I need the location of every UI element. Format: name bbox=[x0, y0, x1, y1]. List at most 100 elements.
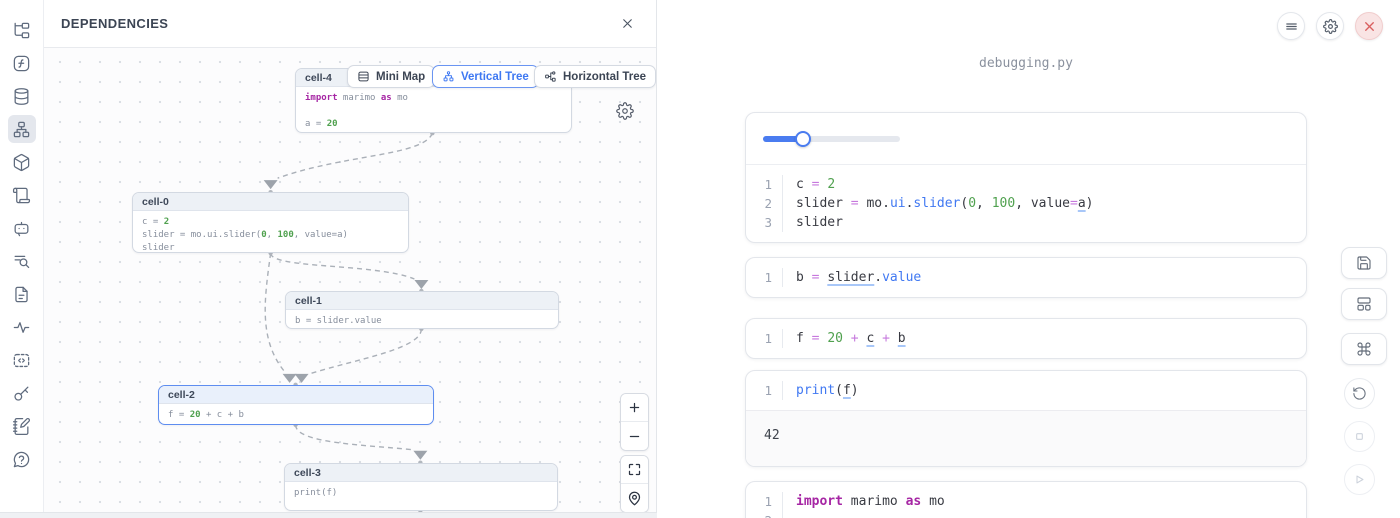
cell-code-editor[interactable]: 1f = 20 + c + b bbox=[746, 319, 1306, 358]
cell-output-console: 42 bbox=[746, 410, 1306, 466]
graph-zoom-controls-2 bbox=[620, 455, 649, 512]
stop-icon bbox=[1352, 429, 1367, 444]
graph-edge bbox=[296, 425, 413, 450]
sidebar-item-secrets[interactable] bbox=[8, 379, 36, 407]
graph-edge bbox=[265, 253, 285, 373]
mini-map-button[interactable]: Mini Map bbox=[347, 65, 435, 88]
sidebar-item-logs[interactable] bbox=[8, 181, 36, 209]
graph-node-code: b = slider.value bbox=[286, 310, 558, 329]
scratchpad-icon bbox=[12, 417, 31, 436]
sidebar-item-snippets[interactable] bbox=[8, 346, 36, 374]
graph-settings-button[interactable] bbox=[613, 99, 637, 123]
shutdown-button[interactable] bbox=[1355, 12, 1383, 40]
graph-node-code: c = 2slider = mo.ui.slider(0, 100, value… bbox=[133, 211, 408, 253]
menu-icon bbox=[1284, 19, 1299, 34]
database-icon bbox=[12, 87, 31, 106]
graph-edge-arrow bbox=[413, 451, 427, 460]
dependencies-panel: DEPENDENCIES cell-4import marimo as moa … bbox=[44, 0, 657, 518]
graph-node-title: cell-3 bbox=[285, 464, 557, 482]
cell-code-editor[interactable]: 123c = 2slider = mo.ui.slider(0, 100, va… bbox=[746, 165, 1306, 242]
sidebar-item-help[interactable] bbox=[8, 445, 36, 473]
graph-node-title: cell-1 bbox=[286, 292, 558, 310]
undo-icon bbox=[1352, 386, 1367, 401]
sidebar-item-dependencies[interactable] bbox=[8, 115, 36, 143]
graph-node-cell-1[interactable]: cell-1b = slider.value bbox=[285, 291, 559, 329]
key-icon bbox=[12, 384, 31, 403]
notebook-filename: debugging.py bbox=[745, 56, 1307, 71]
run-button[interactable] bbox=[1344, 464, 1375, 495]
graph-node-code: print(f) bbox=[285, 482, 557, 504]
code-lines: import marimo as mo bbox=[783, 492, 945, 518]
undo-button[interactable] bbox=[1344, 378, 1375, 409]
notebook-cell-print[interactable]: 1print(f)42 bbox=[745, 370, 1307, 467]
zoom-in-button[interactable] bbox=[621, 394, 648, 422]
command-icon bbox=[1356, 341, 1372, 357]
notebook-cell-f[interactable]: 1f = 20 + c + b bbox=[745, 318, 1307, 359]
graph-node-cell-2[interactable]: cell-2f = 20 + c + b bbox=[158, 385, 434, 425]
toolbar-button-label: Horizontal Tree bbox=[563, 71, 646, 83]
slider-widget[interactable] bbox=[763, 131, 900, 147]
dependencies-panel-header: DEPENDENCIES bbox=[44, 0, 656, 48]
play-icon bbox=[1352, 472, 1367, 487]
graph-node-cell-3[interactable]: cell-3print(f) bbox=[284, 463, 558, 511]
line-numbers: 12 bbox=[746, 492, 783, 518]
document-icon bbox=[12, 285, 31, 304]
rows-icon bbox=[357, 70, 370, 83]
sidebar-item-datasources[interactable] bbox=[8, 82, 36, 110]
code-snippet-icon bbox=[12, 351, 31, 370]
pin-icon bbox=[627, 491, 642, 506]
gear-icon bbox=[616, 102, 634, 120]
package-cube-icon bbox=[12, 153, 31, 172]
notebook-cell-import[interactable]: 12import marimo as mo bbox=[745, 481, 1307, 518]
cell-code-editor[interactable]: 1b = slider.value bbox=[746, 258, 1306, 297]
menu-button[interactable] bbox=[1277, 12, 1305, 40]
graph-edge bbox=[310, 329, 422, 374]
shortcuts-button[interactable] bbox=[1341, 333, 1387, 365]
sidebar-item-documentation[interactable] bbox=[8, 280, 36, 308]
sidebar-item-functions[interactable] bbox=[8, 49, 36, 77]
horizontal-tree-button[interactable]: Horizontal Tree bbox=[534, 65, 656, 88]
slider-thumb[interactable] bbox=[795, 131, 811, 147]
tree-horizontal-icon bbox=[544, 70, 557, 83]
stop-button[interactable] bbox=[1344, 421, 1375, 452]
line-numbers: 123 bbox=[746, 175, 783, 232]
fit-view-button[interactable] bbox=[621, 456, 648, 484]
graph-edge bbox=[271, 253, 415, 279]
sidebar-item-scratchpad[interactable] bbox=[8, 412, 36, 440]
sidebar-item-packages[interactable] bbox=[8, 148, 36, 176]
tree-vertical-icon bbox=[442, 70, 455, 83]
close-x-icon bbox=[1362, 19, 1377, 34]
gear-icon bbox=[1323, 19, 1338, 34]
zoom-out-button[interactable] bbox=[621, 422, 648, 450]
plus-icon bbox=[627, 400, 642, 415]
toolbar-button-label: Vertical Tree bbox=[461, 71, 529, 83]
line-numbers: 1 bbox=[746, 329, 783, 348]
sidebar-item-tracing[interactable] bbox=[8, 313, 36, 341]
chat-bot-icon bbox=[12, 219, 31, 238]
graph-node-cell-0[interactable]: cell-0c = 2slider = mo.ui.slider(0, 100,… bbox=[132, 192, 409, 253]
toolbar-button-label: Mini Map bbox=[376, 71, 425, 83]
search-lines-icon bbox=[12, 252, 31, 271]
settings-button[interactable] bbox=[1316, 12, 1344, 40]
cell-output-area bbox=[746, 113, 1306, 165]
save-button[interactable] bbox=[1341, 247, 1387, 279]
sidebar-item-file-explorer[interactable] bbox=[8, 16, 36, 44]
center-node-button[interactable] bbox=[621, 484, 648, 512]
dependency-graph-icon bbox=[12, 120, 31, 139]
layout-button[interactable] bbox=[1341, 288, 1387, 320]
panel-close-button[interactable] bbox=[615, 12, 639, 36]
vertical-tree-button[interactable]: Vertical Tree bbox=[432, 65, 539, 88]
notebook-cell-slider[interactable]: 123c = 2slider = mo.ui.slider(0, 100, va… bbox=[745, 112, 1307, 243]
sidebar-rail bbox=[0, 0, 44, 518]
sidebar-item-search-logs[interactable] bbox=[8, 247, 36, 275]
cell-code-editor[interactable]: 1print(f) bbox=[746, 371, 1306, 410]
graph-edge-arrow bbox=[264, 180, 278, 189]
floppy-icon bbox=[1356, 255, 1372, 271]
notebook-cell-b[interactable]: 1b = slider.value bbox=[745, 257, 1307, 298]
sidebar-item-ai-chat[interactable] bbox=[8, 214, 36, 242]
dependency-graph-canvas[interactable]: cell-4import marimo as moa = 20cell-0c =… bbox=[44, 48, 656, 512]
graph-edge-arrow bbox=[283, 374, 297, 383]
cell-code-editor[interactable]: 12import marimo as mo bbox=[746, 482, 1306, 518]
maximize-icon bbox=[627, 462, 642, 477]
function-square-icon bbox=[12, 54, 31, 73]
